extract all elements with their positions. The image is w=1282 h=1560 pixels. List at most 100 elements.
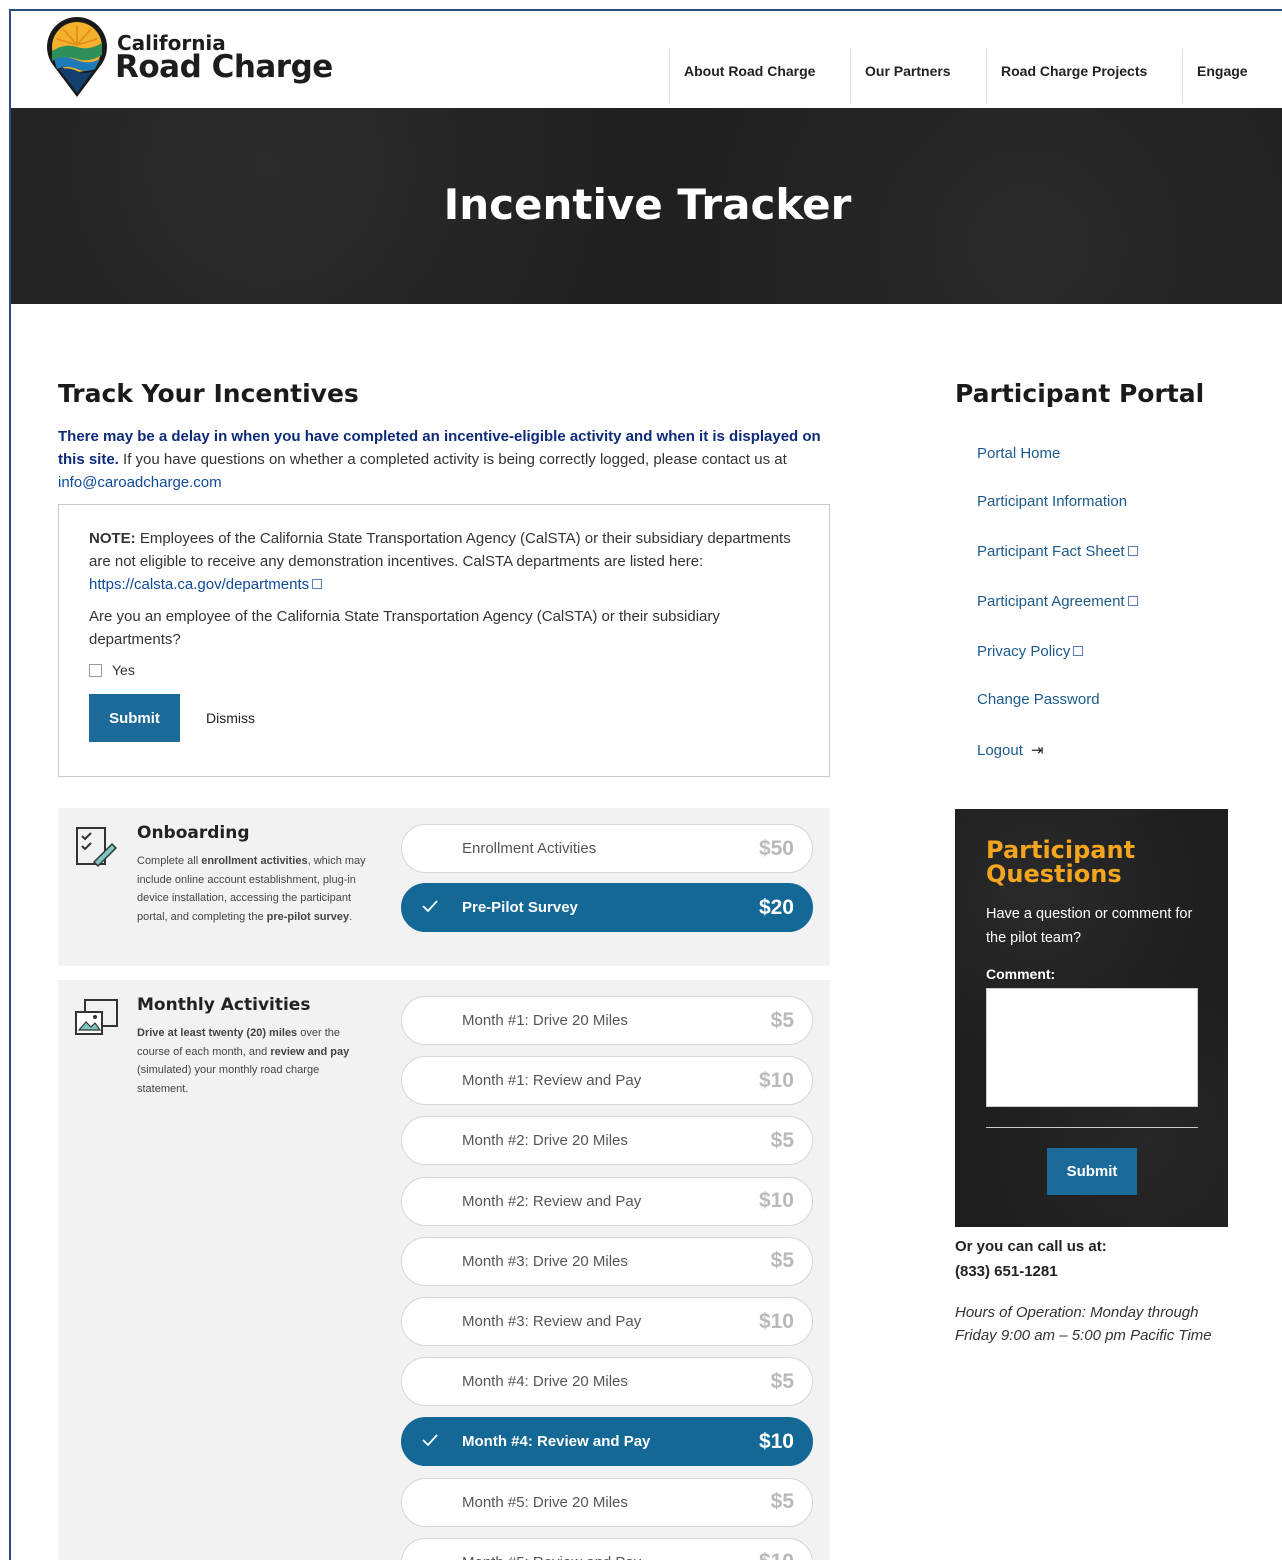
- monthly-title: Monthly Activities: [137, 995, 311, 1015]
- note-actions: Submit Dismiss: [89, 694, 799, 742]
- onboarding-description: Complete all enrollment activities, whic…: [137, 852, 369, 926]
- yes-checkbox[interactable]: [89, 664, 102, 677]
- incentive-item-month-1-review-and-pay[interactable]: Month #1: Review and Pay $10: [401, 1056, 813, 1106]
- incentive-amount: $50: [758, 836, 794, 860]
- phone-number[interactable]: (833) 651-1281: [955, 1263, 1107, 1280]
- portal-link-participant-information[interactable]: Participant Information: [977, 493, 1127, 510]
- incentive-item-month-3-review-and-pay[interactable]: Month #3: Review and Pay $10: [401, 1297, 813, 1346]
- desc-part-bold: Drive at least twenty (20) miles: [137, 1027, 298, 1039]
- nav-about-road-charge[interactable]: About Road Charge: [669, 49, 850, 103]
- questions-text: Have a question or comment for the pilot…: [986, 906, 1193, 946]
- incentive-item-month-4-drive-20-miles[interactable]: Month #4: Drive 20 Miles $5: [401, 1357, 813, 1407]
- incentive-amount: $5: [770, 1369, 794, 1393]
- incentive-amount: $20: [758, 895, 794, 919]
- portal-link-logout[interactable]: Logout ⇥: [977, 741, 1044, 759]
- participant-portal-heading: Participant Portal: [955, 379, 1205, 408]
- calsta-note-box: NOTE: Employees of the California State …: [58, 504, 830, 777]
- desc-part: .: [349, 910, 353, 923]
- portal-link-label: Participant Fact Sheet: [977, 543, 1125, 560]
- portal-link-label: Privacy Policy: [977, 643, 1071, 660]
- incentive-amount: $10: [758, 1429, 794, 1453]
- comment-submit-button[interactable]: Submit: [1047, 1148, 1137, 1195]
- incentive-item-month-3-drive-20-miles[interactable]: Month #3: Drive 20 Miles $5: [401, 1236, 813, 1286]
- checkmark-icon: [422, 1434, 438, 1447]
- call-info: Or you can call us at: (833) 651-1281: [955, 1238, 1107, 1280]
- site-header: California Road Charge About Road Charge…: [11, 11, 1282, 108]
- portal-link-label: Participant Information: [977, 493, 1128, 510]
- logout-icon: ⇥: [1026, 742, 1044, 759]
- portal-link-label: Logout: [977, 742, 1023, 759]
- incentive-label: Month #2: Review and Pay: [462, 1192, 642, 1210]
- note-body: Employees of the California State Transp…: [89, 530, 791, 570]
- page-title: Incentive Tracker: [443, 180, 852, 229]
- checklist-icon: [76, 827, 118, 868]
- desc-part-bold: review and pay: [270, 1045, 350, 1058]
- note-dismiss-button[interactable]: Dismiss: [206, 707, 255, 730]
- portal-link-label: Portal Home: [977, 445, 1061, 462]
- calsta-departments-link[interactable]: https://calsta.ca.gov/departments: [89, 576, 309, 593]
- portal-link-change-password[interactable]: Change Password: [977, 691, 1100, 708]
- portal-link-portal-home[interactable]: Portal Home: [977, 445, 1060, 462]
- incentive-item-month-4-review-and-pay[interactable]: Month #4: Review and Pay $10: [401, 1417, 813, 1467]
- call-label: Or you can call us at:: [955, 1238, 1107, 1255]
- incentive-amount: $10: [759, 1550, 794, 1560]
- desc-part-bold: enrollment activities: [201, 855, 308, 867]
- portal-link-privacy-policy[interactable]: Privacy Policy: [977, 643, 1084, 660]
- incentive-label: Month #1: Drive 20 Miles: [462, 1012, 628, 1029]
- nav-our-partners[interactable]: Our Partners: [850, 49, 986, 103]
- comment-label: Comment:: [986, 966, 1056, 982]
- hours-of-operation: Hours of Operation: Monday through Frida…: [955, 1304, 1212, 1344]
- incentive-item-month-1-drive-20-miles[interactable]: Month #1: Drive 20 Miles $5: [401, 996, 813, 1045]
- incentive-label: Month #3: Review and Pay: [462, 1313, 642, 1330]
- desc-part: (simulated) your monthly road charge sta…: [137, 1064, 320, 1095]
- incentive-item-month-2-drive-20-miles[interactable]: Month #2: Drive 20 Miles $5: [401, 1116, 813, 1166]
- incentive-label: Month #3: Drive 20 Miles: [462, 1252, 628, 1270]
- incentive-item-pre-pilot-survey[interactable]: Pre-Pilot Survey $20: [401, 883, 813, 932]
- incentive-label: Month #4: Review and Pay: [462, 1433, 651, 1451]
- desc-part: Complete all: [137, 855, 202, 867]
- note-text: NOTE: Employees of the California State …: [89, 527, 799, 596]
- external-link-icon: [1073, 646, 1084, 656]
- incentive-label: Month #5: Drive 20 Miles: [462, 1493, 628, 1511]
- monthly-description: Drive at least twenty (20) miles over th…: [137, 1024, 369, 1098]
- monthly-panel: Monthly Activities Drive at least twenty…: [58, 980, 830, 1560]
- monitor-photo-icon: [75, 999, 118, 1035]
- external-link-icon: [1127, 596, 1138, 606]
- track-incentives-heading: Track Your Incentives: [58, 379, 359, 408]
- note-question: Are you an employee of the California St…: [89, 608, 720, 648]
- incentive-label: Month #5: Review and Pay: [462, 1554, 641, 1560]
- incentive-label: Month #2: Drive 20 Miles: [462, 1132, 628, 1150]
- incentive-amount: $10: [758, 1068, 794, 1092]
- intro-plain: If you have questions on whether a compl…: [118, 451, 787, 468]
- questions-title: Participant Questions: [986, 836, 1136, 888]
- divider: [986, 1127, 1198, 1128]
- portal-link-label: Participant Agreement: [977, 593, 1125, 610]
- incentive-label: Month #1: Review and Pay: [462, 1072, 642, 1090]
- desc-part-bold: pre-pilot survey: [266, 910, 350, 923]
- incentive-item-month-5-review-and-pay[interactable]: Month #5: Review and Pay $10: [401, 1537, 813, 1560]
- incentive-amount: $10: [758, 1309, 794, 1333]
- portal-link-participant-fact-sheet[interactable]: Participant Fact Sheet: [977, 543, 1138, 560]
- incentive-amount: $5: [770, 1490, 794, 1514]
- hero-banner: Incentive Tracker: [11, 108, 1282, 304]
- incentive-label: Pre-Pilot Survey: [462, 899, 578, 916]
- incentive-item-enrollment-activities[interactable]: Enrollment Activities $50: [401, 824, 813, 873]
- note-submit-button[interactable]: Submit: [89, 694, 180, 742]
- contact-email-link[interactable]: info@caroadcharge.com: [58, 474, 222, 491]
- nav-road-charge-projects[interactable]: Road Charge Projects: [986, 49, 1182, 103]
- road-charge-logo-icon[interactable]: [45, 15, 109, 99]
- portal-link-participant-agreement[interactable]: Participant Agreement: [977, 593, 1138, 610]
- comment-textarea[interactable]: [986, 988, 1198, 1107]
- checkmark-icon: [422, 900, 438, 913]
- yes-option: Yes: [89, 659, 799, 682]
- incentive-item-month-5-drive-20-miles[interactable]: Month #5: Drive 20 Miles $5: [401, 1477, 813, 1527]
- yes-label: Yes: [112, 662, 135, 678]
- participant-questions-box: Participant Questions Have a question or…: [955, 809, 1228, 1227]
- incentive-item-month-2-review-and-pay[interactable]: Month #2: Review and Pay $10: [401, 1176, 813, 1226]
- portal-link-label: Change Password: [977, 691, 1100, 708]
- incentive-amount: $10: [758, 1189, 794, 1213]
- onboarding-title: Onboarding: [137, 823, 250, 843]
- incentive-label: Enrollment Activities: [462, 840, 597, 857]
- intro-text: There may be a delay in when you have co…: [58, 425, 828, 494]
- nav-engage[interactable]: Engage: [1182, 49, 1282, 103]
